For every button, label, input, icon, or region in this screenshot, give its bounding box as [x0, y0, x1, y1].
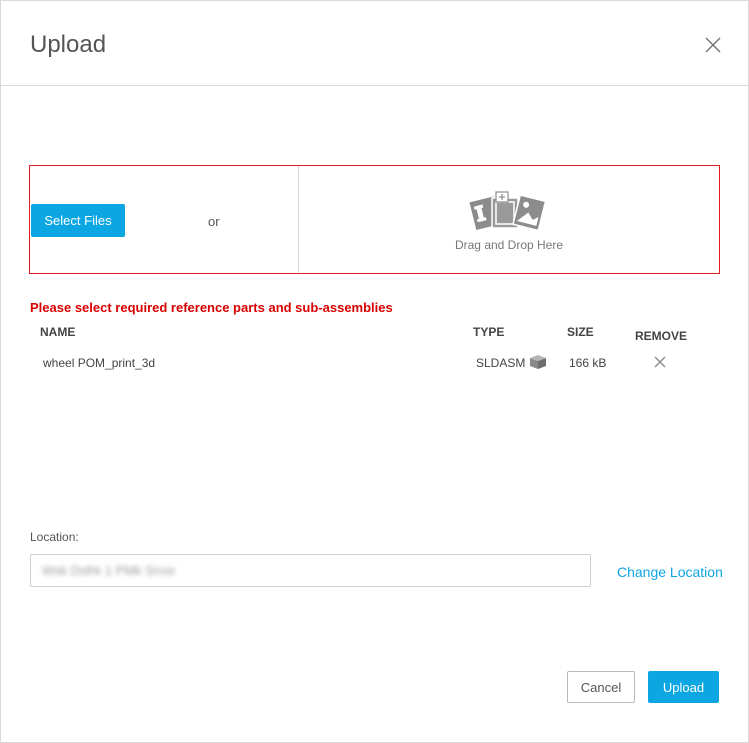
upload-button[interactable]: Upload: [648, 671, 719, 703]
column-header-size: SIZE: [567, 325, 594, 339]
file-type: SLDASM: [476, 356, 526, 370]
select-files-button[interactable]: Select Files: [31, 204, 125, 237]
column-header-remove: REMOVE: [635, 329, 688, 343]
change-location-link[interactable]: Change Location: [617, 564, 723, 580]
close-icon[interactable]: [703, 35, 723, 55]
cancel-button[interactable]: Cancel: [567, 671, 635, 703]
upload-dialog: Upload Select Files or Drag and Drop Her…: [0, 0, 749, 743]
dialog-header: Upload: [1, 1, 748, 86]
file-dropzone[interactable]: Select Files or Drag and Drop Here: [29, 165, 720, 274]
column-header-name: NAME: [40, 325, 76, 339]
file-name: wheel POM_print_3d: [43, 356, 156, 370]
file-size: 166 kB: [569, 356, 607, 370]
cube-icon: [530, 355, 546, 369]
location-label: Location:: [30, 530, 79, 544]
drag-drop-label: Drag and Drop Here: [454, 238, 564, 252]
select-files-area: Select Files or: [30, 166, 299, 273]
remove-icon[interactable]: [653, 355, 667, 369]
required-references-warning: Please select required reference parts a…: [30, 300, 393, 315]
location-field[interactable]: Wsk Dsfrk 1 PMk Srvsr: [30, 554, 591, 587]
location-value: Wsk Dsfrk 1 PMk Srvsr: [42, 563, 176, 578]
dialog-title: Upload: [30, 31, 107, 58]
or-separator: or: [208, 214, 220, 229]
column-header-type: TYPE: [473, 325, 505, 339]
image-files-icon: [468, 191, 547, 232]
